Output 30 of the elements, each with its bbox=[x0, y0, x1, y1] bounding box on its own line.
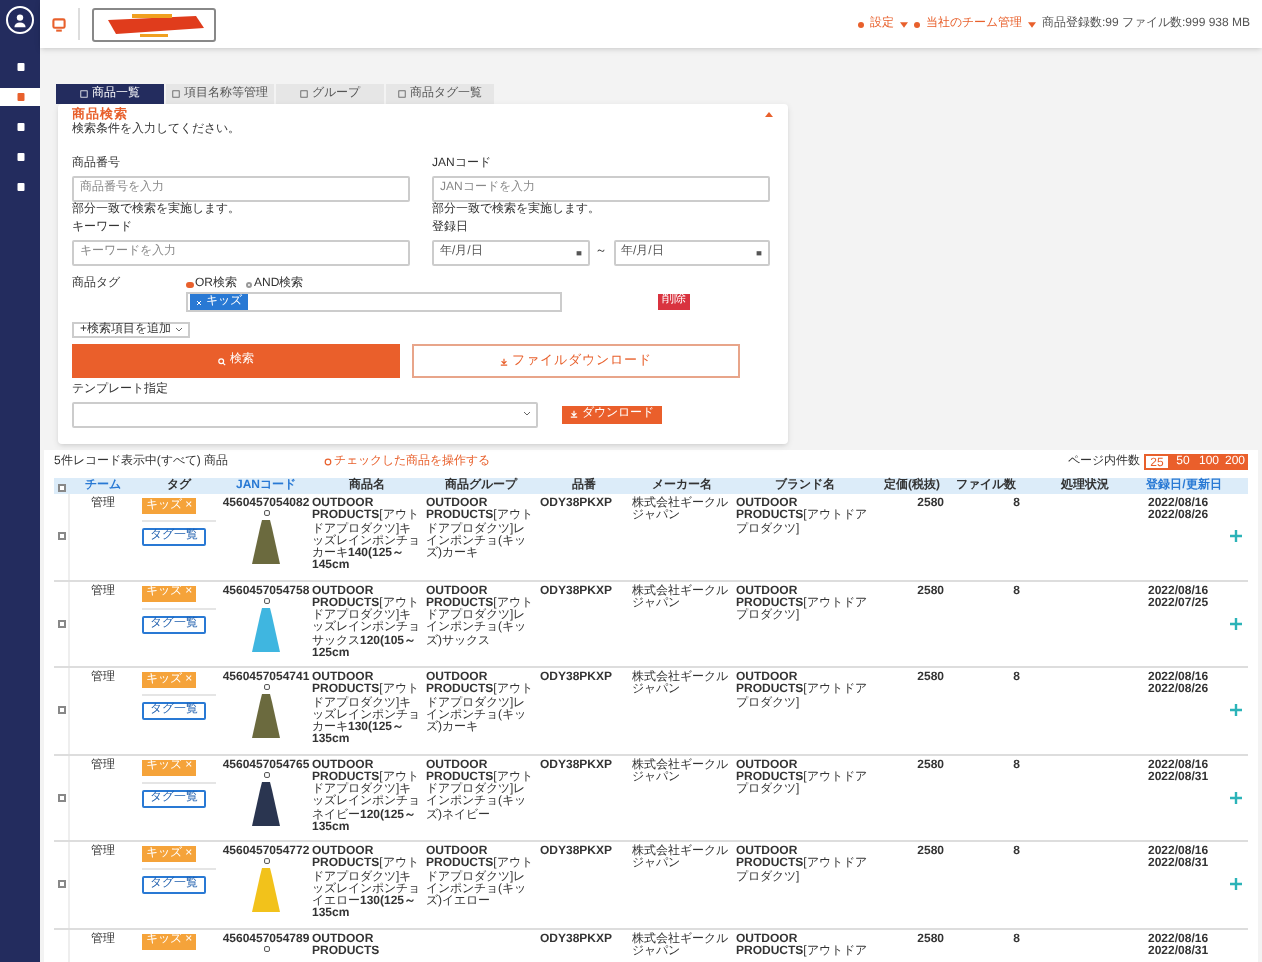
checkbox[interactable] bbox=[58, 483, 66, 491]
document-icon bbox=[80, 90, 88, 98]
document-icon bbox=[398, 90, 406, 98]
avatar-icon[interactable] bbox=[6, 6, 34, 34]
download-icon bbox=[570, 410, 578, 418]
checkbox[interactable] bbox=[57, 880, 65, 889]
file-icon[interactable] bbox=[15, 182, 25, 192]
add-icon[interactable] bbox=[1230, 791, 1242, 804]
file-icon[interactable] bbox=[15, 122, 25, 132]
caret-icon[interactable] bbox=[899, 21, 908, 27]
checkbox[interactable] bbox=[57, 706, 65, 715]
add-icon[interactable] bbox=[1230, 878, 1242, 891]
logo-drawing[interactable] bbox=[92, 7, 216, 41]
search-icon bbox=[218, 357, 226, 365]
monitor-icon[interactable] bbox=[52, 17, 66, 31]
document-icon bbox=[172, 90, 180, 98]
add-icon[interactable] bbox=[1230, 704, 1242, 717]
calendar-icon[interactable] bbox=[756, 249, 762, 255]
caret-icon[interactable] bbox=[1027, 21, 1036, 27]
checkbox[interactable] bbox=[57, 793, 65, 802]
close-icon[interactable] bbox=[196, 299, 202, 305]
add-icon[interactable] bbox=[1230, 530, 1242, 543]
add-icon[interactable] bbox=[1230, 617, 1242, 630]
checkbox[interactable] bbox=[57, 619, 65, 628]
file-icon[interactable] bbox=[15, 152, 25, 162]
checkbox[interactable] bbox=[57, 532, 65, 541]
document-icon bbox=[300, 90, 308, 98]
file-icon[interactable] bbox=[15, 62, 25, 72]
calendar-icon[interactable] bbox=[575, 249, 581, 255]
download-icon bbox=[500, 357, 508, 365]
